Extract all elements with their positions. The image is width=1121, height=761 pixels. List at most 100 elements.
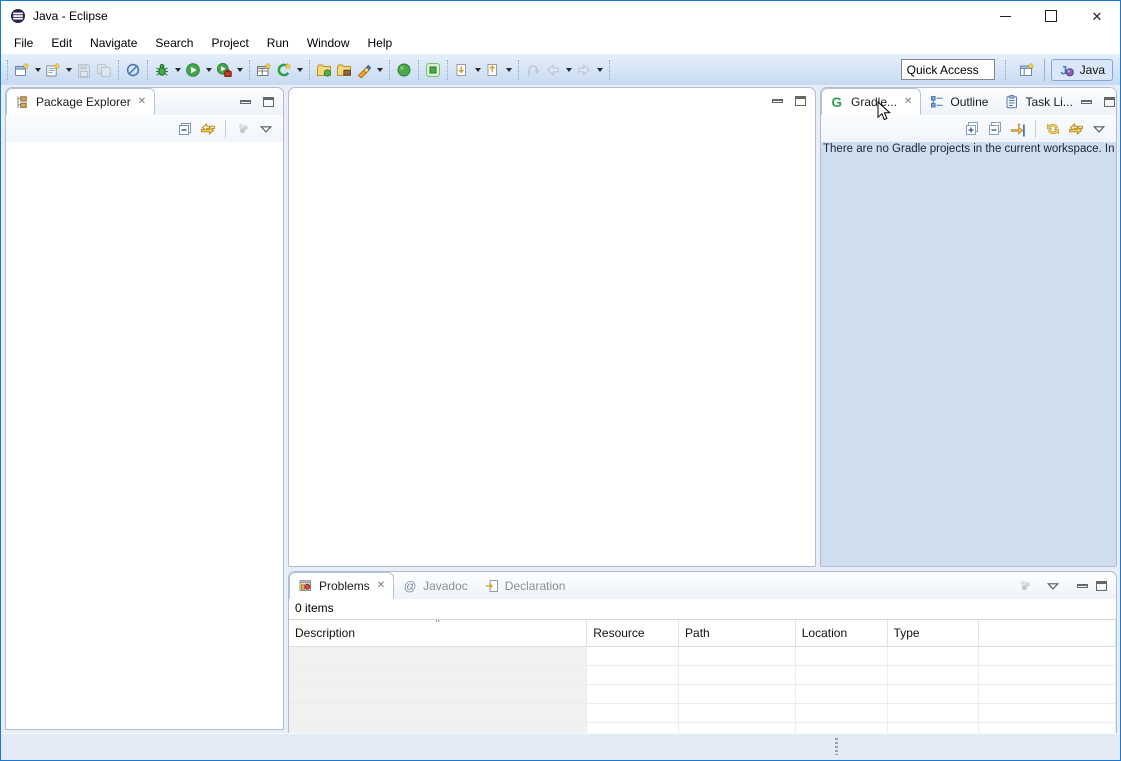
tab-gradle[interactable]: GGradle...✕ bbox=[821, 88, 921, 115]
maximize-view-icon[interactable] bbox=[795, 96, 806, 106]
tab-label: Javadoc bbox=[423, 579, 468, 593]
skip-breakpoints-button[interactable] bbox=[123, 58, 143, 82]
menu-item-edit[interactable]: Edit bbox=[42, 33, 81, 53]
minimize-view-icon[interactable] bbox=[240, 100, 251, 104]
new-wizard-button[interactable] bbox=[12, 58, 32, 82]
menu-item-help[interactable]: Help bbox=[359, 33, 402, 53]
minimize-view-icon[interactable] bbox=[772, 99, 783, 103]
web-browser-button[interactable] bbox=[394, 58, 414, 82]
maximize-view-icon[interactable] bbox=[1096, 581, 1107, 591]
run-external-tools-dropdown-icon[interactable] bbox=[237, 68, 243, 72]
maximize-button[interactable] bbox=[1028, 1, 1074, 31]
menu-bar: FileEditNavigateSearchProjectRunWindowHe… bbox=[1, 31, 1120, 54]
menu-item-window[interactable]: Window bbox=[298, 33, 359, 53]
view-menu-button[interactable] bbox=[1089, 118, 1109, 140]
gradle-new-button[interactable] bbox=[274, 58, 294, 82]
open-type-button[interactable] bbox=[423, 58, 443, 82]
next-annotation-dropdown-icon[interactable] bbox=[475, 68, 481, 72]
tab-problems[interactable]: Problems✕ bbox=[289, 572, 394, 599]
column-header-type[interactable]: Type bbox=[888, 620, 980, 646]
eclipse-window: Java - Eclipse ✕ FileEditNavigateSearchP… bbox=[0, 0, 1121, 761]
table-cell bbox=[679, 666, 796, 685]
new-task-dropdown-icon[interactable] bbox=[66, 68, 72, 72]
menu-item-run[interactable]: Run bbox=[258, 33, 298, 53]
last-edit-location-button[interactable] bbox=[523, 58, 543, 82]
search-torch-button[interactable] bbox=[354, 58, 374, 82]
open-type-icon bbox=[425, 62, 441, 78]
tab-outline[interactable]: Outline bbox=[921, 88, 996, 115]
quick-access-box[interactable]: Quick Access bbox=[901, 59, 995, 80]
forward-button[interactable] bbox=[574, 58, 594, 82]
prev-annotation-icon bbox=[485, 62, 501, 78]
java-perspective-button[interactable]: J Java bbox=[1051, 59, 1113, 81]
column-header-label: Path bbox=[685, 626, 710, 640]
view-menu-button[interactable] bbox=[256, 118, 276, 140]
minimize-button[interactable] bbox=[982, 1, 1028, 31]
debug-button[interactable] bbox=[152, 58, 172, 82]
forward-dropdown-icon[interactable] bbox=[597, 68, 603, 72]
run-external-tools-button[interactable] bbox=[214, 58, 234, 82]
close-view-icon[interactable]: ✕ bbox=[904, 97, 912, 107]
column-header-location[interactable]: Location bbox=[796, 620, 888, 646]
sync-icon bbox=[1068, 121, 1084, 137]
statusbar-grip[interactable] bbox=[835, 738, 838, 755]
focus-task-button[interactable] bbox=[233, 118, 253, 140]
debug-dropdown-icon[interactable] bbox=[175, 68, 181, 72]
gradle-new-dropdown-icon[interactable] bbox=[297, 68, 303, 72]
expand-all-button[interactable] bbox=[962, 118, 982, 140]
sync-button[interactable] bbox=[1066, 118, 1086, 140]
link-with-editor-button[interactable] bbox=[198, 118, 218, 140]
column-header-resource[interactable]: Resource bbox=[587, 620, 679, 646]
window-title: Java - Eclipse bbox=[33, 9, 108, 23]
tab-javadoc[interactable]: @Javadoc bbox=[394, 572, 476, 599]
open-task-folder-button[interactable] bbox=[314, 58, 334, 82]
prev-annotation-dropdown-icon[interactable] bbox=[506, 68, 512, 72]
editor-area[interactable] bbox=[288, 87, 816, 567]
menu-item-project[interactable]: Project bbox=[202, 33, 257, 53]
open-perspective-button[interactable] bbox=[1016, 56, 1038, 84]
next-annotation-button[interactable] bbox=[452, 58, 472, 82]
collapse-all-button[interactable] bbox=[175, 118, 195, 140]
menu-item-search[interactable]: Search bbox=[146, 33, 202, 53]
table-row bbox=[289, 685, 1116, 704]
search-torch-icon bbox=[356, 62, 372, 78]
new-wizard-dropdown-icon[interactable] bbox=[35, 68, 41, 72]
link-selection-button[interactable] bbox=[1008, 118, 1028, 140]
package-explorer-tree[interactable] bbox=[6, 142, 283, 729]
menu-item-navigate[interactable]: Navigate bbox=[81, 33, 146, 53]
save-button[interactable] bbox=[74, 58, 94, 82]
toolbar-separator bbox=[309, 60, 310, 80]
back-button[interactable] bbox=[543, 58, 563, 82]
minimize-view-icon[interactable] bbox=[1081, 100, 1092, 104]
close-button[interactable]: ✕ bbox=[1074, 1, 1120, 31]
maximize-view-icon[interactable] bbox=[1104, 97, 1115, 107]
menu-item-file[interactable]: File bbox=[5, 33, 42, 53]
new-task-button[interactable] bbox=[43, 58, 63, 82]
tab-task-li[interactable]: Task Li... bbox=[996, 88, 1080, 115]
new-javaee-project-button[interactable] bbox=[254, 58, 274, 82]
close-view-icon[interactable]: ✕ bbox=[138, 97, 146, 107]
eclipse-logo-icon bbox=[10, 8, 26, 24]
tab-declaration[interactable]: Declaration bbox=[476, 572, 574, 599]
tab-label: Outline bbox=[950, 95, 988, 109]
maximize-view-icon[interactable] bbox=[263, 97, 274, 107]
view-menu-button[interactable] bbox=[1043, 575, 1063, 597]
refresh-button[interactable] bbox=[1043, 118, 1063, 140]
open-resource-folder-button[interactable] bbox=[334, 58, 354, 82]
collapse-all-2-button[interactable] bbox=[985, 118, 1005, 140]
view-menu-icon bbox=[1045, 578, 1061, 594]
focus-task-button[interactable] bbox=[1015, 575, 1035, 597]
run-button[interactable] bbox=[183, 58, 203, 82]
prev-annotation-button[interactable] bbox=[483, 58, 503, 82]
gradle-tabs: GGradle...✕ Outline Task Li... bbox=[821, 88, 1081, 115]
column-header-empty[interactable] bbox=[979, 620, 1116, 646]
column-header-path[interactable]: Path bbox=[679, 620, 796, 646]
search-torch-dropdown-icon[interactable] bbox=[377, 68, 383, 72]
run-dropdown-icon[interactable] bbox=[206, 68, 212, 72]
column-header-description[interactable]: Description^ bbox=[289, 620, 587, 646]
tab-package-explorer[interactable]: Package Explorer ✕ bbox=[6, 88, 155, 115]
save-all-button[interactable] bbox=[94, 58, 114, 82]
close-view-icon[interactable]: ✕ bbox=[377, 581, 385, 591]
minimize-view-icon[interactable] bbox=[1077, 584, 1088, 588]
back-dropdown-icon[interactable] bbox=[566, 68, 572, 72]
